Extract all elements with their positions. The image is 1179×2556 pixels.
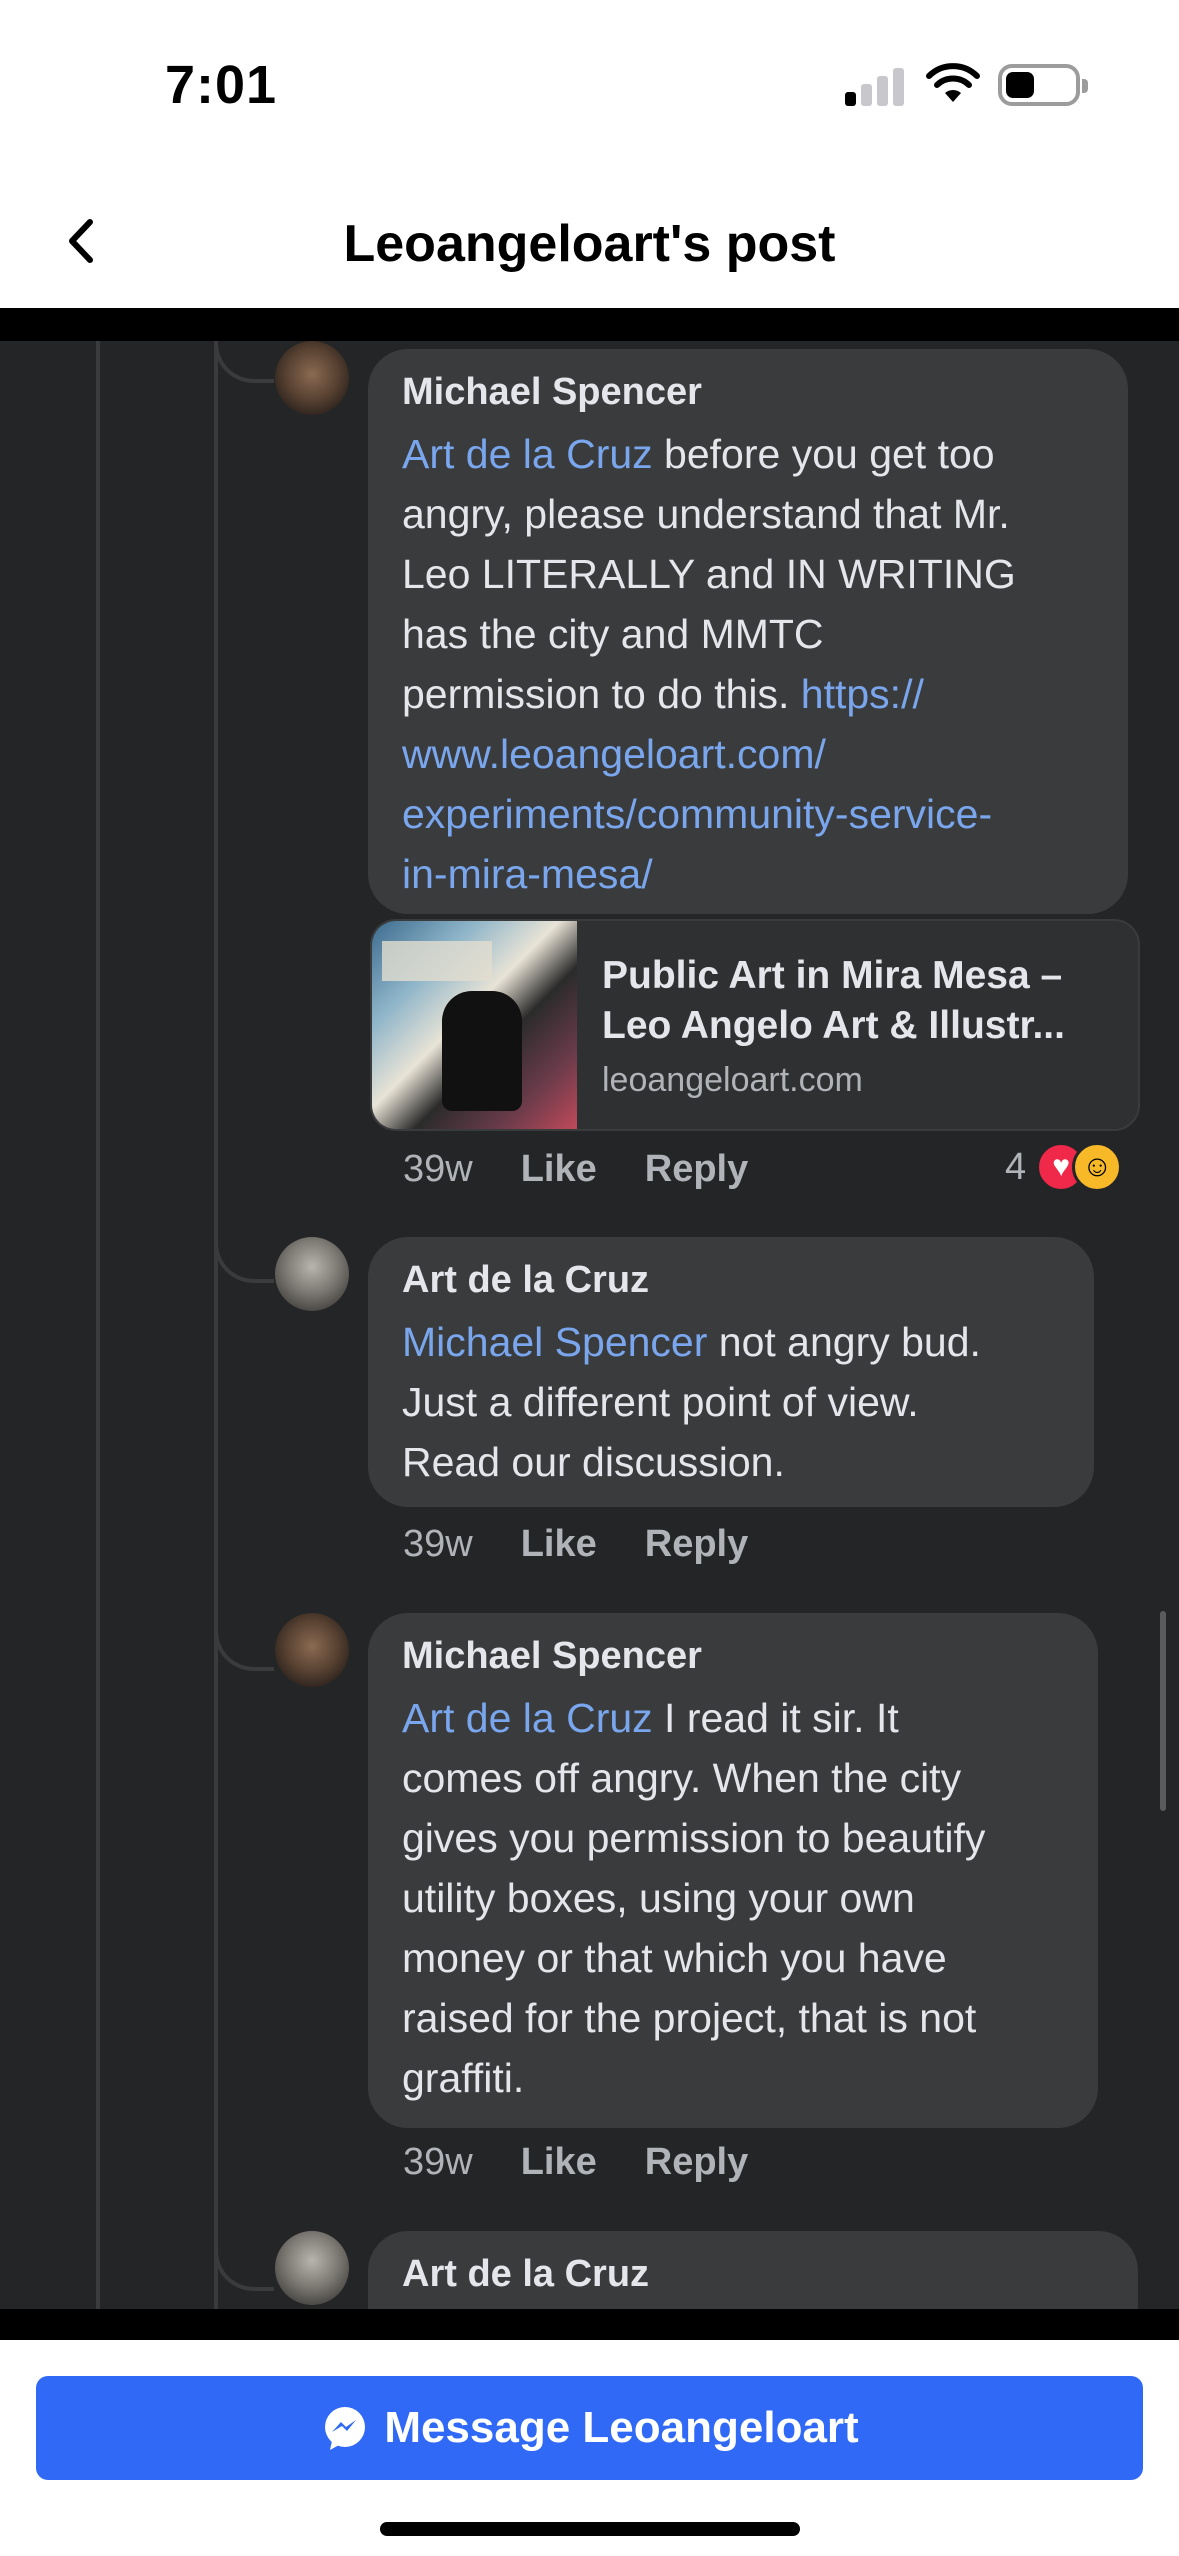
thread-connector xyxy=(214,341,274,383)
comment-actions: 39w Like Reply xyxy=(403,1523,796,1566)
comment-author[interactable]: Michael Spencer xyxy=(402,1635,1064,1678)
like-button[interactable]: Like xyxy=(521,1148,597,1190)
link-preview-thumbnail xyxy=(372,921,577,1129)
avatar[interactable] xyxy=(275,2231,349,2305)
status-bar: 7:01 xyxy=(0,0,1179,170)
url-link[interactable]: www.leoangeloart.com/ xyxy=(402,731,826,777)
mention-link[interactable]: Michael Spencer xyxy=(402,1319,707,1365)
comment-actions: 39w Like Reply xyxy=(403,2141,796,2184)
link-preview-title: Public Art in Mira Mesa – Leo Angelo Art… xyxy=(602,954,1065,1047)
thread-connector xyxy=(214,1233,274,1283)
reply-button[interactable]: Reply xyxy=(645,1523,748,1565)
thread-line-inner xyxy=(214,341,218,2309)
thread-connector xyxy=(214,2241,274,2291)
bottom-bar: Message Leoangeloart xyxy=(0,2340,1179,2556)
scrollbar[interactable] xyxy=(1160,1611,1166,1811)
avatar[interactable] xyxy=(275,341,349,415)
mention-link[interactable]: Art de la Cruz xyxy=(402,431,653,477)
reply-button[interactable]: Reply xyxy=(645,1148,748,1190)
like-button[interactable]: Like xyxy=(521,2141,597,2183)
status-time: 7:01 xyxy=(165,55,278,115)
comment-text: Art de la Cruz I read it sir. It comes o… xyxy=(402,1695,986,2101)
comment-author[interactable]: Art de la Cruz xyxy=(402,1259,1060,1302)
comment-bubble: Michael Spencer Art de la Cruz before yo… xyxy=(368,349,1128,914)
comment-bubble: Michael Spencer Art de la Cruz I read it… xyxy=(368,1613,1098,2128)
avatar[interactable] xyxy=(275,1237,349,1311)
thread-connector xyxy=(214,1621,274,1671)
url-link[interactable]: experiments/community-service- xyxy=(402,791,992,837)
url-link[interactable]: in-mira-mesa/ xyxy=(402,851,653,897)
comment-text: Art de la Cruz before you get too angry,… xyxy=(402,431,1016,897)
comment-author[interactable]: Michael Spencer xyxy=(402,371,1094,414)
thread-line-outer xyxy=(96,341,100,2309)
comment-age: 39w xyxy=(403,2141,473,2183)
avatar[interactable] xyxy=(275,1613,349,1687)
comment-thread: Michael Spencer Art de la Cruz before yo… xyxy=(0,341,1179,2309)
comment-author[interactable]: Art de la Cruz xyxy=(402,2253,1104,2296)
cellular-signal-icon xyxy=(845,66,905,106)
comment-age: 39w xyxy=(403,1148,473,1190)
url-link[interactable]: https:// xyxy=(801,671,924,717)
mention-link[interactable]: Art de la Cruz xyxy=(402,1695,653,1741)
comment-bubble: Art de la Cruz Michael Spencer not angry… xyxy=(368,1237,1094,1507)
like-button[interactable]: Like xyxy=(521,1523,597,1565)
reaction-summary[interactable]: 4 ♥ ☺ xyxy=(1005,1140,1123,1194)
comment-actions: 39w Like Reply xyxy=(403,1148,796,1191)
comment-age: 39w xyxy=(403,1523,473,1565)
messenger-icon xyxy=(325,2407,366,2450)
comment-screenshot: Michael Spencer Art de la Cruz before yo… xyxy=(0,308,1179,2340)
battery-icon xyxy=(998,64,1088,106)
care-reaction-icon: ☺ xyxy=(1072,1142,1123,1192)
comment-text: Michael Spencer not angry bud. Just a di… xyxy=(402,1319,981,1485)
link-preview-card[interactable]: Public Art in Mira Mesa – Leo Angelo Art… xyxy=(370,919,1140,1131)
message-button-label: Message Leoangeloart xyxy=(384,2403,859,2452)
home-indicator[interactable] xyxy=(380,2522,800,2536)
wifi-icon xyxy=(926,63,980,102)
link-preview-domain: leoangeloart.com xyxy=(602,1061,863,1099)
reaction-count: 4 xyxy=(1005,1145,1027,1188)
message-button[interactable]: Message Leoangeloart xyxy=(36,2376,1143,2480)
nav-header: Leoangeloart's post xyxy=(0,170,1179,310)
reply-button[interactable]: Reply xyxy=(645,2141,748,2183)
page-title: Leoangeloart's post xyxy=(343,215,836,273)
comment-bubble: Art de la Cruz xyxy=(368,2231,1138,2309)
